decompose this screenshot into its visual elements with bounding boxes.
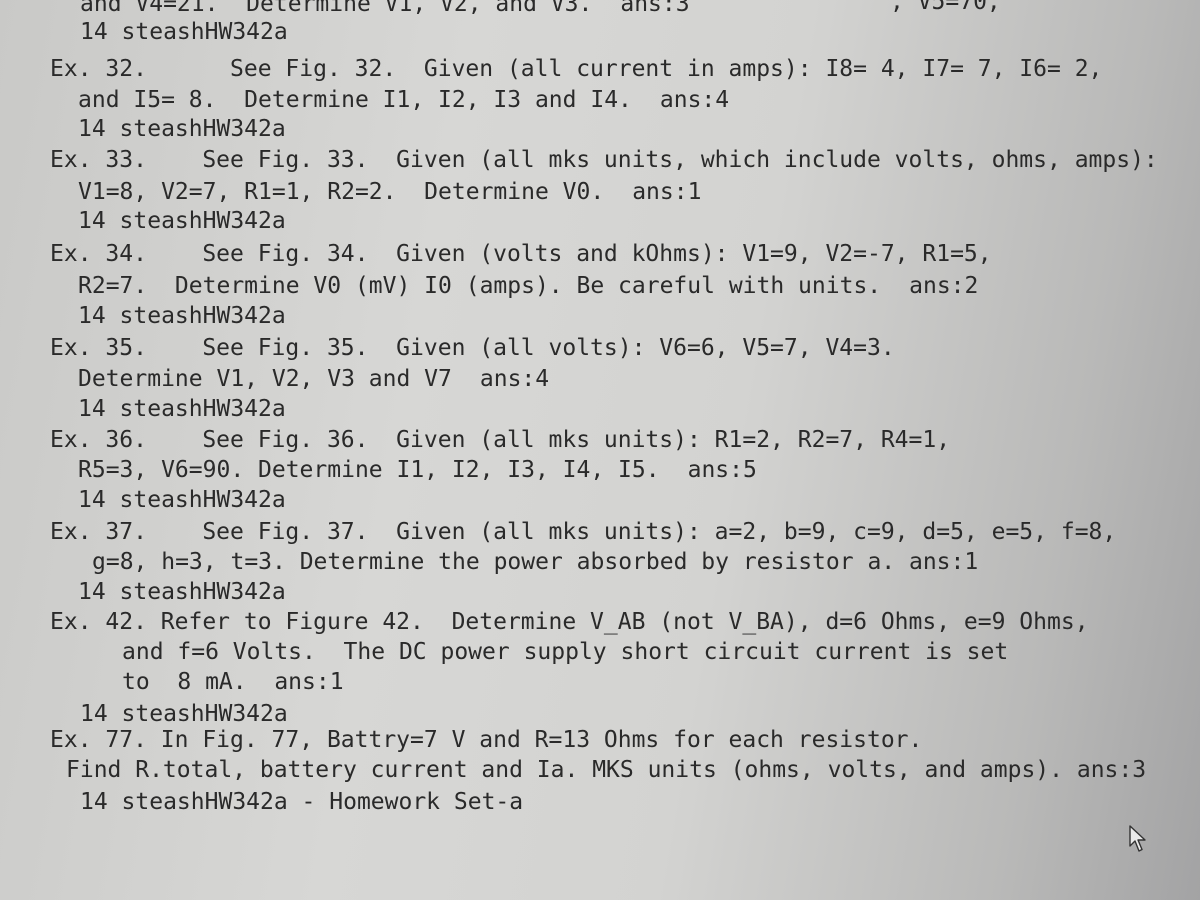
exercise-32-body: and I5= 8. Determine I1, I2, I3 and I4. a… — [78, 86, 729, 114]
section-footer: 14 steashHW342a — [80, 19, 288, 45]
section-footer: 14 steashHW342a — [78, 396, 286, 422]
line-text: R5=3, V6=90. Determine I1, I2, I3, I4, I… — [78, 457, 660, 483]
answer-label: ans:5 — [687, 457, 757, 483]
section-footer: 14 steashHW342a — [78, 487, 286, 513]
exercise-35-body: Determine V1, V2, V3 and V7 ans:4 — [78, 365, 549, 393]
answer-label: ans:2 — [909, 273, 979, 299]
homework-set-footer: 14 steashHW342a - Homework Set-a — [80, 789, 524, 815]
exercise-42-body-2: to 8 mA. ans:1 — [122, 669, 344, 695]
line-0: and V4=21. Determine V1, V2, and V3. ans:… — [80, 0, 690, 18]
exercise-33-body: V1=8, V2=7, R1=1, R2=2. Determine V0. ans… — [78, 178, 701, 206]
exercise-36-body: R5=3, V6=90. Determine I1, I2, I3, I4, I… — [78, 456, 757, 484]
exercise-36-header: Ex. 36. See Fig. 36. Given (all mks unit… — [50, 427, 951, 453]
section-footer: 14 steashHW342a — [78, 579, 286, 605]
exercise-33-header: Ex. 33. See Fig. 33. Given (all mks unit… — [50, 147, 1158, 173]
line-text: V1=8, V2=7, R1=1, R2=2. Determine V0. — [78, 179, 605, 205]
exercise-34-header: Ex. 34. See Fig. 34. Given (volts and kO… — [50, 241, 992, 267]
exercise-37-header: Ex. 37. See Fig. 37. Given (all mks unit… — [50, 519, 1117, 545]
exercise-77-header: Ex. 77. In Fig. 77, Battry=7 V and R=13 … — [50, 727, 923, 753]
answer-label: ans:1 — [632, 179, 702, 205]
exercise-77-body: Find R.total, battery current and Ia. MK… — [66, 757, 1147, 783]
line-text: R2=7. Determine V0 (mV) I0 (amps). Be ca… — [78, 273, 882, 299]
line-text: and V4=21. Determine V1, V2, and V3. — [80, 0, 593, 17]
line-text: and I5= 8. Determine I1, I2, I3 and I4. — [78, 87, 632, 113]
section-footer: 14 steashHW342a — [80, 701, 288, 727]
answer-label: ans:4 — [659, 87, 730, 113]
answer-label: ans:4 — [479, 366, 550, 392]
exercise-42-body: and f=6 Volts. The DC power supply short… — [122, 639, 1009, 665]
section-footer: 14 steashHW342a — [78, 208, 286, 234]
exercise-37-body: g=8, h=3, t=3. Determine the power absor… — [92, 549, 979, 575]
exercise-32-header: Ex. 32. See Fig. 32. Given (all current … — [50, 56, 1103, 82]
exercise-42-header: Ex. 42. Refer to Figure 42. Determine V_… — [50, 609, 1089, 635]
line-text: Determine V1, V2, V3 and V7 — [78, 366, 452, 392]
section-footer: 14 steashHW342a — [78, 116, 286, 142]
exercise-34-body: R2=7. Determine V0 (mV) I0 (amps). Be ca… — [78, 272, 978, 300]
answer-label: ans:3 — [620, 0, 690, 17]
section-footer: 14 steashHW342a — [78, 303, 286, 329]
mouse-pointer-icon — [1129, 825, 1146, 852]
line-0-tail: , V5=70, — [890, 0, 1001, 15]
exercise-35-header: Ex. 35. See Fig. 35. Given (all volts): … — [50, 335, 895, 361]
